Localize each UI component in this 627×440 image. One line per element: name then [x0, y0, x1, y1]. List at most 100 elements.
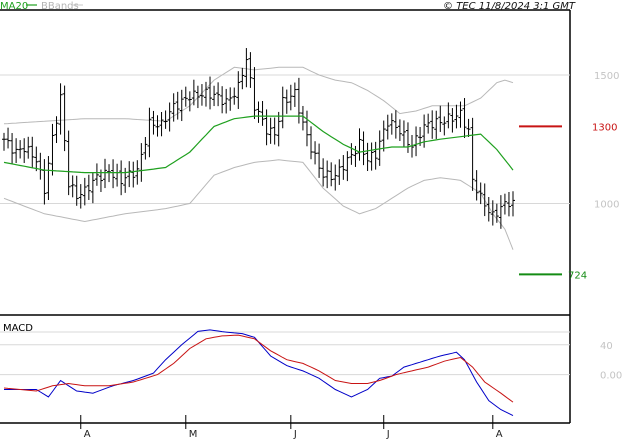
- ohlc-bar: [397, 119, 402, 141]
- ohlc-bar: [179, 89, 184, 122]
- ohlc-bar: [264, 109, 269, 146]
- ohlc-bar: [470, 117, 475, 191]
- ohlc-bar: [187, 91, 192, 112]
- ohlc-bar: [333, 164, 338, 191]
- ohlc-bar: [131, 161, 136, 188]
- ohlc-bar: [349, 143, 354, 165]
- ohlc-bar: [389, 113, 394, 135]
- x-month-label: M: [189, 429, 198, 440]
- ohlc-bar: [260, 101, 265, 126]
- ohlc-bar: [26, 136, 31, 159]
- ohlc-bar: [393, 110, 398, 139]
- ohlc-bar: [208, 76, 213, 110]
- ohlc-bar: [119, 160, 124, 196]
- ohlc-bar: [159, 112, 164, 137]
- ohlc-bar: [401, 120, 406, 147]
- ohlc-bar: [357, 128, 362, 161]
- macd-tick-label: 0.00: [600, 371, 622, 382]
- price-tick-label: 1500: [594, 71, 619, 82]
- ohlc-bar: [381, 120, 386, 152]
- ohlc-bar: [102, 158, 107, 189]
- x-month-label: A: [496, 429, 503, 440]
- ohlc-bar: [276, 111, 281, 147]
- ohlc-bar: [228, 87, 233, 111]
- ohlc-bar: [22, 138, 27, 164]
- ohlc-bar: [361, 131, 366, 166]
- ohlc-bar: [139, 143, 144, 182]
- ohlc-bar: [490, 200, 495, 226]
- price-level-label: 1300: [592, 122, 617, 133]
- ohlc-bar: [220, 86, 225, 114]
- ohlc-bar: [50, 123, 55, 176]
- ohlc-bar: [62, 85, 67, 152]
- ohlc-bar: [446, 102, 451, 129]
- price-tick-label: 1000: [594, 199, 619, 210]
- ohlc-bar: [280, 86, 285, 129]
- ohlc-bar: [313, 141, 318, 165]
- ohlc-bar: [506, 191, 511, 217]
- stock-chart: 1500 1000 1300 724 MA20 BBands © TEC 11/8/…: [0, 1, 622, 440]
- ohlc-bar: [183, 86, 188, 107]
- ohlc-bar: [434, 110, 439, 139]
- ohlc-bar: [450, 108, 455, 133]
- ohlc-bar: [321, 158, 326, 187]
- ohlc-bar: [369, 142, 374, 171]
- ohlc-bar: [482, 183, 487, 217]
- ohlc-bar: [288, 84, 293, 111]
- ohlc-bar: [191, 79, 196, 106]
- ohlc-bar: [30, 136, 35, 169]
- ohlc-bar: [438, 105, 443, 132]
- ohlc-bar: [10, 133, 15, 164]
- ohlc-bar: [94, 163, 99, 186]
- ohlc-bar: [163, 110, 168, 129]
- ohlc-bar: [454, 104, 459, 129]
- ohlc-bar: [292, 82, 297, 107]
- ohlc-bar: [466, 118, 471, 138]
- price-y-ticks: 1500 1000: [594, 71, 619, 210]
- macd-gridlines: [0, 344, 570, 376]
- ohlc-bar: [309, 126, 314, 160]
- ohlc-bar: [2, 132, 6, 151]
- ohlc-bar: [478, 182, 483, 205]
- ohlc-bar: [430, 110, 435, 139]
- ohlc-bar: [14, 138, 19, 164]
- ohlc-bar: [317, 143, 322, 178]
- ohlc-bar: [123, 167, 128, 193]
- ohlc-bar: [58, 83, 63, 135]
- ohlc-bar: [405, 122, 410, 153]
- ohlc-bar: [34, 146, 39, 172]
- bollinger-bands: [3, 66, 514, 250]
- legend-bbands-label: BBands: [41, 1, 79, 12]
- ohlc-bar: [256, 101, 261, 123]
- macd-line: [4, 329, 514, 417]
- ohlc-bar: [284, 89, 289, 114]
- ohlc-bar: [18, 140, 23, 159]
- ohlc-bar: [373, 141, 378, 170]
- ohlc-bar: [474, 170, 479, 201]
- ohlc-bar: [42, 159, 47, 205]
- ohlc-bar: [462, 98, 467, 138]
- ohlc-bar: [224, 88, 229, 114]
- ohlc-bar: [337, 159, 342, 185]
- price-legend: MA20 BBands: [0, 1, 83, 12]
- ohlc-bar: [147, 107, 152, 158]
- ohlc-bar: [143, 136, 148, 160]
- x-month-label: A: [84, 429, 91, 440]
- ohlc-bar: [195, 85, 200, 109]
- ohlc-bar: [115, 163, 120, 187]
- ohlc-bar: [442, 116, 447, 136]
- price-level-label: 724: [568, 270, 587, 281]
- macd-panel-title: MACD: [3, 323, 33, 334]
- ohlc-bar: [151, 110, 156, 135]
- ohlc-bar: [203, 81, 208, 107]
- ohlc-bar: [38, 152, 43, 180]
- ohlc-bar: [135, 160, 140, 185]
- ohlc-bar: [268, 117, 273, 144]
- ohlc-bar: [46, 156, 51, 201]
- ohlc-bar: [385, 114, 390, 140]
- copyright-note: © TEC 11/8/2024 3:1 GMT: [443, 1, 576, 12]
- ohlc-bar: [66, 130, 71, 196]
- ohlc-bar: [498, 195, 503, 229]
- ohlc-bar: [341, 155, 346, 180]
- legend-ma20-label: MA20: [0, 1, 28, 12]
